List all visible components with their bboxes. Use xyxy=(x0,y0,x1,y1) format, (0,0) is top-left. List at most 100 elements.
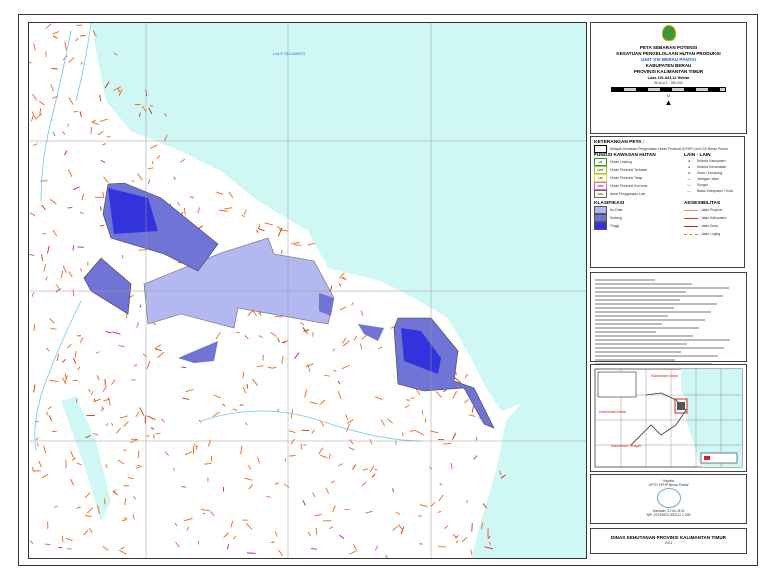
road-segment xyxy=(395,440,397,445)
road-segment xyxy=(239,404,244,406)
scale-text: SKALA 1 : 250.000 xyxy=(654,81,683,85)
forest-label: Hutan Lindung xyxy=(610,160,633,164)
note-line xyxy=(595,295,723,297)
signature-box: Kepala UPTD KPHP Berau Pantai Hamzah, S.… xyxy=(590,474,747,524)
road-segment xyxy=(311,548,317,550)
note-line xyxy=(595,315,668,317)
note-line xyxy=(595,311,711,313)
legend-forest-hp: HP Hutan Produksi Tetap xyxy=(594,174,684,182)
access-label: Jalan Loging xyxy=(701,232,721,236)
note-line xyxy=(595,291,686,293)
line-symbol-icon: — xyxy=(687,183,691,187)
legend-box: KETERANGAN PETA : Wilayah Kesatuan Penge… xyxy=(590,136,745,268)
road-segment xyxy=(315,527,318,535)
forest-label: Areal Penggunaan Lain xyxy=(610,192,646,196)
road-segment xyxy=(442,442,452,445)
note-line xyxy=(595,347,724,349)
note-line xyxy=(595,351,681,353)
legend-forest-apl: APL Areal Penggunaan Lain xyxy=(594,190,684,198)
notes-box xyxy=(590,272,747,365)
legend-access-item: Jalan Loging xyxy=(684,230,741,238)
legend-forest-hl: HL Hutan Lindung xyxy=(594,158,684,166)
note-line xyxy=(595,319,705,321)
note-line xyxy=(595,339,730,341)
class-swatch xyxy=(594,222,607,230)
road-segment xyxy=(72,245,74,251)
forest-swatch: HL xyxy=(594,158,607,166)
road-segment xyxy=(181,486,186,488)
note-line xyxy=(595,343,687,345)
note-line xyxy=(595,279,655,281)
settlement-icon: ● xyxy=(687,165,691,169)
legend-panel: PETA SEBARAN POTENSI KESATUAN PENGELOLAA… xyxy=(590,22,747,557)
access-label: Jalan Desa xyxy=(701,224,718,228)
forest-swatch: HPT xyxy=(594,166,607,174)
note-line xyxy=(595,327,699,329)
inset-label-center: Kalimantan Tengah xyxy=(611,444,641,448)
road-segment xyxy=(135,467,140,469)
note-line xyxy=(595,303,717,305)
legend-forest-hpk: HPK Hutan Produksi Konversi xyxy=(594,182,684,190)
road-segment xyxy=(471,523,473,532)
main-map[interactable]: LAUT SULAWESI xyxy=(26,22,587,561)
sea-label: LAUT SULAWESI xyxy=(273,51,305,56)
note-line xyxy=(595,283,692,285)
road-segment xyxy=(61,536,64,543)
line-symbol-icon: — xyxy=(687,189,691,193)
class-label: Tinggi xyxy=(610,224,620,228)
road-segment xyxy=(329,453,331,459)
official-stamp xyxy=(656,488,681,508)
note-line xyxy=(595,323,662,325)
logo-emblem xyxy=(661,25,676,41)
road-segment xyxy=(121,254,124,259)
road-segment xyxy=(45,543,51,546)
title-block: PETA SEBARAN POTENSI KESATUAN PENGELOLAA… xyxy=(590,22,747,134)
footer-year: 2021 xyxy=(664,541,673,545)
note-line xyxy=(595,287,729,289)
forest-swatch: HP xyxy=(594,174,607,182)
note-line xyxy=(595,299,680,301)
access-label: Jalan Kabupaten xyxy=(701,216,727,220)
scale-bar xyxy=(611,87,726,92)
forest-label: Hutan Produksi Tetap xyxy=(610,176,643,180)
signature-nip: NIP. 19730823 200212 1 005 xyxy=(646,513,691,517)
inset-label-west: Kalimantan Barat xyxy=(599,410,626,414)
footer-box: DINAS KEHUTANAN PROVINSI KALIMANTAN TIMU… xyxy=(590,528,747,554)
other-label: Ibukota Kecamatan xyxy=(697,165,727,169)
access-label: Jalan Propinsi xyxy=(701,208,723,212)
class-label: Sedang xyxy=(610,216,622,220)
legend-other-item: — Batas Kabupaten / Kota xyxy=(684,188,741,194)
note-line xyxy=(595,331,656,333)
legend-class-item: No Data xyxy=(594,206,684,214)
note-line xyxy=(595,307,674,309)
note-line xyxy=(595,355,718,357)
legend-access-item: Jalan Propinsi xyxy=(684,206,741,214)
legend-access-item: Jalan Desa xyxy=(684,222,741,230)
legend-forest-hpt: HPT Hutan Produksi Terbatas xyxy=(594,166,684,174)
map-sheet: LAUT SULAWESI PETA SEBARAN POTENSI KESAT… xyxy=(0,0,768,576)
road-line-icon xyxy=(684,217,698,219)
other-label: Jaringan Jalan xyxy=(697,177,720,181)
boundary-label: Wilayah Kesatuan Pengelolaan Hutan Produ… xyxy=(610,147,728,151)
class-swatch xyxy=(594,214,607,222)
other-label: Ibukota Kabupaten xyxy=(697,159,726,163)
forest-label: Hutan Produksi Konversi xyxy=(610,184,648,188)
road-line-icon xyxy=(684,233,698,235)
signature-office: UPTD KPHP Berau Pantai xyxy=(648,483,689,487)
settlement-icon: ● xyxy=(687,171,691,175)
forest-swatch: HPK xyxy=(594,182,607,190)
road-line-icon xyxy=(684,209,698,211)
inset-map[interactable]: Kalimantan Barat Kalimantan Tengah Kalim… xyxy=(590,364,747,472)
other-label: Batas Kabupaten / Kota xyxy=(697,189,733,193)
forest-label: Hutan Produksi Terbatas xyxy=(610,168,648,172)
north-arrow-glyph-icon: ▲ xyxy=(664,98,673,107)
legend-class-item: Tinggi xyxy=(594,222,684,230)
legend-class-item: Sedang xyxy=(594,214,684,222)
road-segment xyxy=(284,458,287,462)
note-line xyxy=(595,359,675,361)
legend-access-item: Jalan Kabupaten xyxy=(684,214,741,222)
other-label: Sungai xyxy=(697,183,708,187)
class-swatch xyxy=(594,206,607,214)
other-label: Desa / Kampung xyxy=(697,171,723,175)
note-line xyxy=(595,335,693,337)
